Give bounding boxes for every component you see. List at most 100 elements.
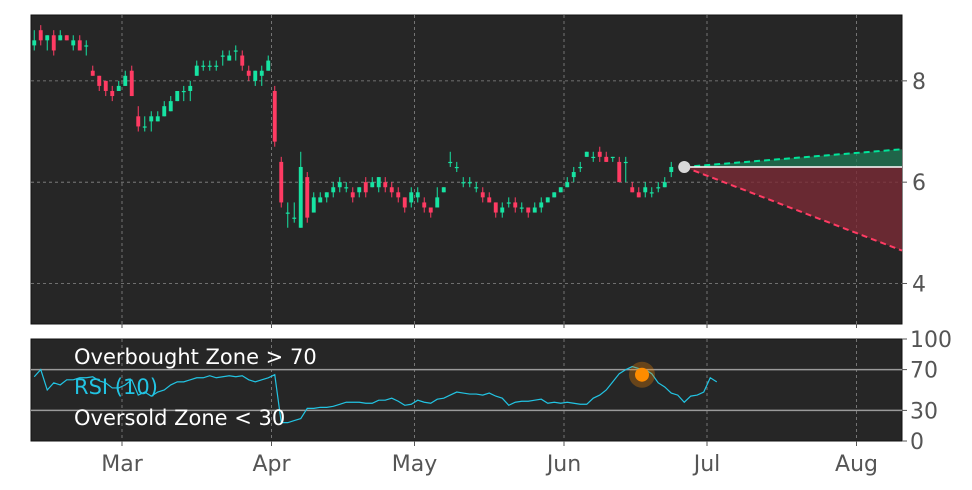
candle-body bbox=[630, 187, 635, 193]
candle-body bbox=[526, 207, 531, 213]
candle-body bbox=[175, 90, 180, 102]
candle-body bbox=[422, 202, 427, 208]
candle-body bbox=[649, 192, 654, 194]
candle-body bbox=[402, 197, 407, 208]
candle-body bbox=[331, 187, 336, 193]
candle-body bbox=[480, 192, 485, 198]
x-tick-label: Apr bbox=[252, 452, 291, 477]
candle-body bbox=[669, 166, 674, 173]
candle-body bbox=[376, 177, 381, 188]
oversold-label: Oversold Zone < 30 bbox=[74, 406, 285, 430]
candle-body bbox=[311, 197, 316, 213]
rsi-label: RSI (10) bbox=[74, 375, 158, 399]
candle-body bbox=[58, 35, 63, 41]
candle-body bbox=[337, 182, 342, 188]
candle-body bbox=[84, 45, 89, 47]
rsi-y-tick-label: 100 bbox=[910, 328, 952, 353]
candle-body bbox=[318, 197, 323, 203]
candle-body bbox=[532, 207, 537, 213]
candle-body bbox=[350, 192, 355, 198]
candle-body bbox=[435, 197, 440, 208]
candle-body bbox=[454, 166, 459, 169]
candle-body bbox=[558, 187, 563, 193]
candle-body bbox=[253, 70, 258, 81]
candle-body bbox=[188, 85, 193, 91]
candle-body bbox=[409, 192, 414, 203]
candle-body bbox=[357, 187, 362, 193]
candle-body bbox=[214, 65, 219, 67]
candle-body bbox=[513, 202, 518, 208]
candle-body bbox=[617, 161, 622, 183]
candle-body bbox=[149, 116, 154, 122]
price-y-ticks: 4 6 8 bbox=[902, 70, 926, 297]
chart-root: 4 6 8 0 30 70 100 Mar Apr May Jun Jul Aug Overboug… bbox=[0, 0, 972, 486]
candle-body bbox=[552, 192, 557, 198]
x-tick-label: May bbox=[392, 452, 437, 477]
candle-body bbox=[584, 151, 589, 157]
candle-body bbox=[383, 182, 388, 188]
candle-body bbox=[168, 101, 173, 112]
x-tick-label: Aug bbox=[835, 452, 878, 477]
rsi-panel: 0 30 70 100 Mar Apr May Jun Jul Aug Overbought Z… bbox=[30, 328, 952, 477]
candle-body bbox=[597, 151, 602, 157]
rsi-y-tick-label: 70 bbox=[910, 359, 938, 384]
candle-body bbox=[305, 177, 310, 218]
candle-body bbox=[441, 187, 446, 193]
candle-body bbox=[71, 40, 76, 46]
candle-body bbox=[103, 80, 108, 91]
candle-body bbox=[155, 116, 160, 122]
x-tick-label: Mar bbox=[101, 452, 143, 477]
candle-body bbox=[344, 187, 349, 189]
candle-body bbox=[45, 35, 50, 41]
candle-body bbox=[51, 35, 56, 51]
candle-body bbox=[428, 207, 433, 213]
overbought-label: Overbought Zone > 70 bbox=[74, 345, 317, 369]
candle-body bbox=[545, 197, 550, 203]
candle-body bbox=[493, 202, 498, 213]
price-y-tick-label: 8 bbox=[912, 70, 926, 95]
candle-body bbox=[220, 55, 225, 57]
x-tick-label: Jun bbox=[545, 452, 581, 477]
candle-body bbox=[162, 106, 167, 117]
candle-body bbox=[591, 156, 596, 159]
price-y-tick-label: 6 bbox=[912, 171, 926, 196]
rsi-marker bbox=[635, 367, 649, 382]
rsi-x-ticks: Mar Apr May Jun Jul Aug bbox=[101, 441, 878, 477]
candle-body bbox=[97, 75, 102, 86]
candle-body bbox=[636, 192, 641, 198]
candle-body bbox=[448, 161, 453, 164]
candle-body bbox=[201, 65, 206, 67]
candle-body bbox=[246, 70, 251, 76]
rsi-y-ticks: 0 30 70 100 bbox=[902, 328, 952, 455]
candle-body bbox=[233, 50, 238, 52]
candle-body bbox=[389, 187, 394, 193]
candle-body bbox=[519, 207, 524, 209]
rsi-y-tick-label: 30 bbox=[910, 399, 938, 424]
price-y-tick-label: 4 bbox=[912, 272, 926, 297]
candle-body bbox=[77, 40, 82, 51]
x-tick-label: Jul bbox=[692, 452, 721, 477]
price-rsi-chart: 4 6 8 0 30 70 100 Mar Apr May Jun Jul Aug Overboug… bbox=[30, 14, 952, 477]
candle-body bbox=[578, 166, 583, 169]
candle-body bbox=[461, 182, 466, 184]
candle-body bbox=[240, 55, 245, 66]
candle-body bbox=[474, 187, 479, 189]
candle-body bbox=[467, 182, 472, 184]
candle-body bbox=[571, 172, 576, 178]
candle-body bbox=[116, 85, 121, 91]
candle-body bbox=[506, 202, 511, 204]
candle-body bbox=[110, 90, 115, 97]
candle-body bbox=[227, 55, 232, 61]
candle-body bbox=[656, 187, 661, 189]
candle-body bbox=[32, 40, 37, 46]
current-price-marker bbox=[678, 160, 691, 173]
candle-body bbox=[292, 217, 297, 219]
candle-body bbox=[610, 156, 615, 159]
candle-body bbox=[181, 90, 186, 93]
candle-body bbox=[136, 116, 141, 127]
candle-body bbox=[194, 65, 199, 76]
candle-body bbox=[129, 70, 134, 97]
candle-body bbox=[298, 166, 303, 228]
candle-body bbox=[142, 126, 147, 128]
price-x-tick-marks bbox=[121, 324, 857, 328]
